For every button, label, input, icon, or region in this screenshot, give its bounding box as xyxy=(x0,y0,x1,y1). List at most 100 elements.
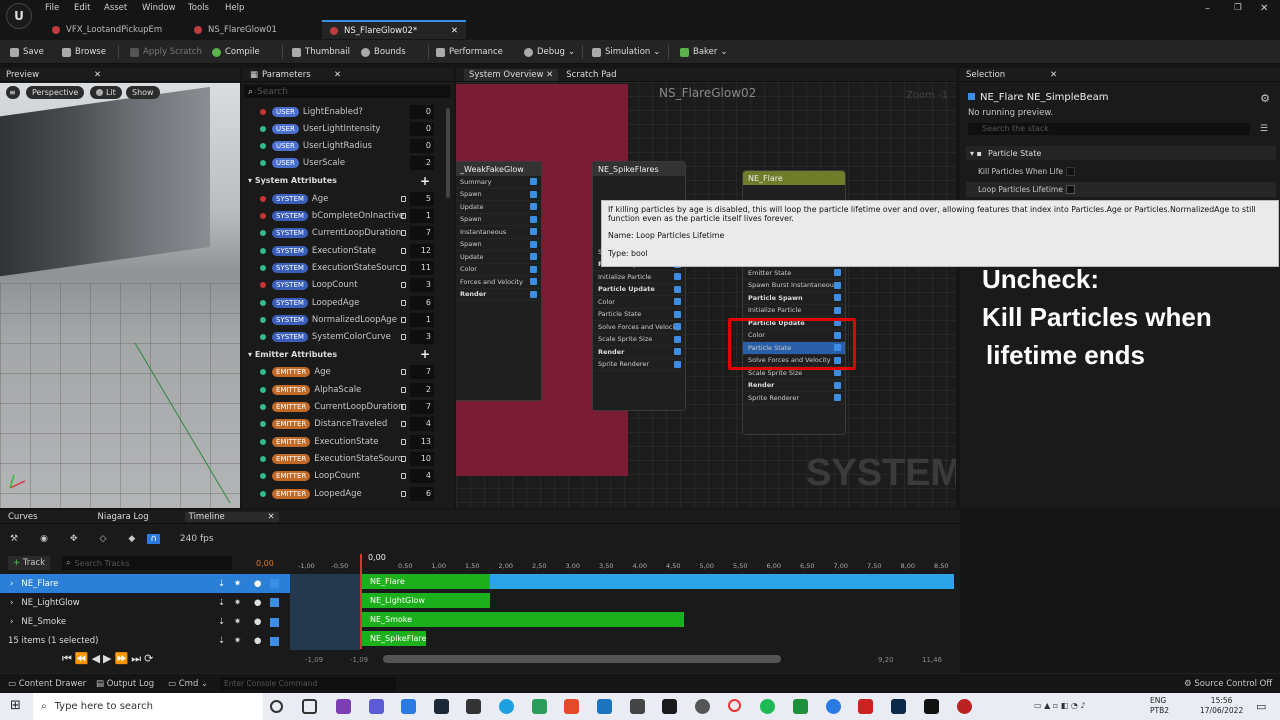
node-module-row[interactable]: Instantaneous xyxy=(456,226,541,239)
node-module-row[interactable]: Emitter State xyxy=(743,267,845,280)
module-enabled-checkbox[interactable] xyxy=(530,178,537,186)
expand-arrow-icon[interactable]: › xyxy=(10,617,13,627)
excel-icon[interactable] xyxy=(793,699,808,714)
taskbar-search[interactable]: ⌕ Type here to search xyxy=(33,693,263,720)
content-drawer-button[interactable]: ▭ Content Drawer xyxy=(8,679,86,689)
parameter-row[interactable]: USER UserLightIntensity 0 xyxy=(242,120,454,137)
node-module-row[interactable]: Spawn xyxy=(456,214,541,226)
emitter-node-weakfakeglow[interactable]: _WeakFakeGlow Summary Spawn Update Spawn Ins… xyxy=(456,161,542,401)
tab-timeline[interactable]: Timeline ✕ xyxy=(184,511,279,522)
node-module-row[interactable]: Initialize Particle xyxy=(593,271,685,284)
tab-ns-flareglow01[interactable]: NS_FlareGlow01 xyxy=(186,20,285,39)
menu-window[interactable]: Window xyxy=(142,3,176,13)
parameter-row[interactable]: EMITTER CurrentLoopDuration 7 xyxy=(242,399,454,416)
module-enabled-checkbox[interactable] xyxy=(834,281,841,289)
cmd-dropdown[interactable]: ▭ Cmd ⌄ xyxy=(168,679,208,689)
module-enabled-checkbox[interactable] xyxy=(530,253,537,261)
node-module-row[interactable]: Render xyxy=(456,289,541,301)
add-track-button[interactable]: + Track xyxy=(8,556,51,570)
sun-icon[interactable]: ✷ xyxy=(234,579,241,589)
parameter-row[interactable]: EMITTER LoopCount 4 xyxy=(242,468,454,485)
filter-icon[interactable]: ☰ xyxy=(1260,124,1268,134)
menu-help[interactable]: Help xyxy=(225,3,244,13)
pin-icon[interactable]: ⇣ xyxy=(218,579,225,589)
console-input[interactable]: Enter Console Command xyxy=(220,677,396,690)
module-enabled-checkbox[interactable] xyxy=(834,269,841,277)
lock-icon[interactable] xyxy=(401,282,406,289)
module-enabled-checkbox[interactable] xyxy=(674,298,681,306)
parameter-row[interactable]: SYSTEM Age 5 xyxy=(242,190,454,207)
parameter-row[interactable]: SYSTEM LoopedAge 6 xyxy=(242,294,454,311)
tab-vfx-lootandpickup[interactable]: VFX_LootandPickupEm xyxy=(44,20,170,39)
node-module-row[interactable]: Sprite Renderer xyxy=(593,359,685,371)
expand-arrow-icon[interactable]: › xyxy=(10,579,13,589)
node-module-row[interactable]: Spawn Burst Instantaneous xyxy=(743,280,845,292)
parameter-row[interactable]: USER UserScale 2 xyxy=(242,155,454,172)
spotify-icon[interactable] xyxy=(760,699,775,714)
parameter-row[interactable]: EMITTER Age 7 xyxy=(242,364,454,381)
parameter-row[interactable]: EMITTER AlphaScale 2 xyxy=(242,381,454,398)
node-module-row[interactable]: Update xyxy=(456,251,541,264)
timeline-bar-flare[interactable]: NE_Flare xyxy=(362,574,490,589)
key-filled-icon[interactable]: ◆ xyxy=(128,534,135,544)
parameter-row[interactable]: SYSTEM ExecutionState 12 xyxy=(242,242,454,259)
bounds-button[interactable]: Bounds xyxy=(361,44,406,60)
mail-icon[interactable] xyxy=(597,699,612,714)
parameters-search[interactable]: ⌕ Search xyxy=(244,85,450,98)
lock-icon[interactable] xyxy=(401,386,406,393)
close-panel-icon[interactable]: ✕ xyxy=(334,70,341,80)
parameter-row[interactable]: SYSTEM SystemColorCurve 3 xyxy=(242,329,454,346)
notification-icon[interactable]: ▭ xyxy=(1256,700,1266,713)
parameter-row[interactable]: EMITTER ExecutionStateSourc 10 xyxy=(242,450,454,467)
lock-icon[interactable] xyxy=(401,334,406,341)
lock-icon[interactable] xyxy=(401,247,406,254)
kill-particles-checkbox[interactable] xyxy=(1066,167,1075,176)
module-enabled-checkbox[interactable] xyxy=(530,203,537,211)
settings-gear-icon[interactable]: ⚙ xyxy=(1260,92,1270,105)
module-enabled-checkbox[interactable] xyxy=(530,215,537,223)
particle-state-section[interactable]: ▾ ▪ Particle State xyxy=(966,146,1276,160)
stack-search[interactable]: Search the stack xyxy=(968,123,1250,135)
pin-icon[interactable]: ⇣ xyxy=(218,636,225,646)
maximize-icon[interactable]: ❐ xyxy=(1234,3,1242,13)
node-module-row[interactable]: Spawn xyxy=(456,239,541,251)
add-parameter-icon[interactable]: + xyxy=(420,174,430,188)
module-enabled-checkbox[interactable] xyxy=(530,190,537,198)
fps-dropdown[interactable]: 240 fps xyxy=(180,534,214,544)
node-module-row[interactable]: Summary xyxy=(456,176,541,189)
node-module-row[interactable]: Forces and Velocity xyxy=(456,276,541,289)
timeline-scrollbar[interactable] xyxy=(383,655,781,663)
parameter-row[interactable]: SYSTEM ExecutionStateSourc 11 xyxy=(242,259,454,276)
range-start[interactable]: -1,09 xyxy=(305,656,323,664)
current-time[interactable]: 0,00 xyxy=(256,559,274,568)
menu-asset[interactable]: Asset xyxy=(104,3,127,13)
minimize-icon[interactable]: – xyxy=(1205,3,1210,14)
output-log-button[interactable]: ▤ Output Log xyxy=(96,679,154,689)
node-module-row[interactable]: Sprite Renderer xyxy=(743,392,845,405)
track-enabled-checkbox[interactable] xyxy=(270,636,279,646)
close-panel-icon[interactable]: ✕ xyxy=(94,70,101,80)
lock-icon[interactable] xyxy=(401,473,406,480)
steam-icon[interactable] xyxy=(434,699,449,714)
close-panel-icon[interactable]: ✕ xyxy=(1050,70,1057,80)
node-module-row[interactable]: Spawn xyxy=(456,189,541,201)
close-tab-icon[interactable]: ✕ xyxy=(451,26,458,36)
lock-icon[interactable] xyxy=(401,230,406,237)
debug-dropdown[interactable]: Debug ⌄ xyxy=(524,44,575,60)
module-enabled-checkbox[interactable] xyxy=(530,240,537,248)
module-enabled-checkbox[interactable] xyxy=(834,394,841,402)
tab-system-overview[interactable]: System Overview ✕ xyxy=(464,68,559,81)
time-ruler[interactable]: -1,00 -0,50 0,50 1,00 1,50 2,00 2,50 3,00 3,50 4,… xyxy=(290,562,958,574)
module-enabled-checkbox[interactable] xyxy=(530,228,537,236)
module-enabled-checkbox[interactable] xyxy=(530,278,537,286)
module-enabled-checkbox[interactable] xyxy=(530,290,537,298)
parameters-scrollbar[interactable] xyxy=(446,108,450,198)
app-icon[interactable] xyxy=(466,699,481,714)
parameter-row[interactable]: EMITTER LoopedAge 6 xyxy=(242,485,454,502)
parameter-row[interactable]: SYSTEM NormalizedLoopAge 1 xyxy=(242,311,454,328)
track-enabled-checkbox[interactable] xyxy=(270,617,279,627)
parameter-row[interactable]: EMITTER DistanceTraveled 4 xyxy=(242,416,454,433)
bulb-icon[interactable]: ● xyxy=(254,617,261,627)
pin-icon[interactable]: ⇣ xyxy=(218,598,225,608)
store-icon[interactable] xyxy=(401,699,416,714)
